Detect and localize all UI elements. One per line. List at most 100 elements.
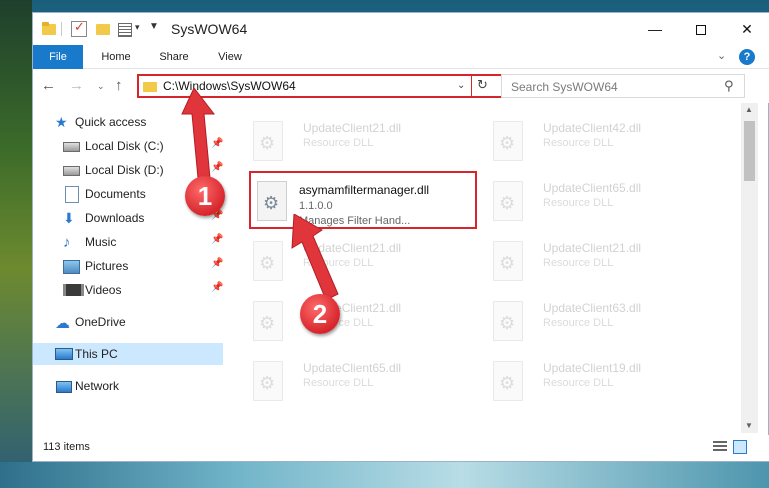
new-folder-icon[interactable] — [95, 21, 111, 37]
file-name: UpdateClient65.dll — [543, 181, 642, 195]
annotation-arrow-2 — [291, 214, 339, 301]
sidebar-item-label: Pictures — [85, 259, 129, 273]
file-name: asymamfiltermanager.dll — [299, 183, 430, 197]
status-bar: 113 items — [33, 435, 769, 461]
dll-file-icon — [251, 301, 285, 341]
scroll-up-icon[interactable]: ▲ — [745, 105, 753, 114]
help-icon[interactable]: ? — [739, 49, 755, 65]
pc-icon — [55, 346, 73, 362]
file-name: UpdateClient19.dll — [543, 361, 642, 375]
file-name: UpdateClient63.dll — [543, 301, 642, 315]
folder-icon — [41, 21, 57, 37]
properties-check-icon[interactable] — [71, 19, 87, 37]
file-item[interactable]: UpdateClient21.dll Resource DLL — [473, 231, 703, 287]
vertical-scrollbar[interactable]: ▲ ▼ — [741, 103, 758, 433]
up-button[interactable]: ↑ — [115, 77, 123, 94]
sidebar-item-label: This PC — [75, 347, 118, 361]
back-button[interactable]: ← — [41, 77, 56, 94]
pin-icon[interactable]: 📌 — [211, 282, 223, 293]
scroll-thumb[interactable] — [744, 121, 755, 181]
file-explorer-window: ▾ ▼ SysWOW64 — ✕ File Home Share View ⌄ … — [32, 12, 769, 462]
dll-file-icon — [251, 121, 285, 161]
tab-file[interactable]: File — [33, 45, 83, 69]
file-item[interactable]: UpdateClient65.dll Resource DLL — [473, 171, 703, 227]
title-bar: ▾ ▼ SysWOW64 — ✕ — [33, 13, 769, 45]
refresh-icon[interactable]: ↻ — [477, 77, 488, 93]
minimize-button[interactable]: — — [632, 13, 678, 45]
window-title: SysWOW64 — [171, 21, 248, 37]
desktop-background-bottom — [0, 462, 769, 488]
file-item[interactable]: UpdateClient21.dll Resource DLL — [233, 111, 463, 167]
tab-home[interactable]: Home — [91, 45, 141, 69]
sidebar-item-label: Local Disk (C:) — [85, 139, 164, 153]
pin-icon[interactable]: 📌 — [211, 234, 223, 245]
file-description: Resource DLL — [543, 257, 614, 269]
expand-ribbon-icon[interactable]: ⌄ — [717, 49, 726, 62]
tiles-view-icon[interactable] — [733, 440, 747, 454]
file-name: UpdateClient21.dll — [543, 241, 642, 255]
sidebar-item-label: Videos — [85, 283, 122, 297]
videos-icon — [63, 282, 84, 298]
file-name: UpdateClient42.dll — [543, 121, 642, 135]
desktop-background-left — [0, 0, 32, 488]
file-item[interactable]: UpdateClient21.dll Resource DLL — [233, 291, 463, 347]
properties-icon[interactable] — [117, 21, 133, 37]
details-view-icon[interactable] — [713, 441, 727, 453]
dll-file-icon — [251, 241, 285, 281]
focused-file-item[interactable]: asymamfiltermanager.dll 1.1.0.0 Manages … — [249, 171, 477, 229]
file-name: UpdateClient21.dll — [303, 121, 402, 135]
file-version: 1.1.0.0 — [299, 200, 333, 212]
cloud-icon — [55, 314, 71, 330]
file-description: Resource DLL — [303, 377, 374, 389]
forward-button[interactable]: → — [69, 77, 84, 94]
file-item[interactable]: UpdateClient63.dll Resource DLL — [473, 291, 703, 347]
scroll-down-icon[interactable]: ▼ — [745, 421, 753, 430]
documents-icon — [63, 186, 79, 203]
sidebar-item-label: Quick access — [75, 115, 147, 129]
dll-file-icon — [491, 301, 525, 341]
dll-file-icon — [491, 121, 525, 161]
maximize-icon — [696, 25, 706, 36]
search-input[interactable]: Search SysWOW64 ⚲ — [501, 74, 745, 98]
maximize-button[interactable] — [678, 13, 724, 45]
sidebar-item-music[interactable]: Music 📌 — [33, 231, 223, 253]
search-placeholder: Search SysWOW64 — [511, 80, 618, 94]
file-item[interactable]: UpdateClient42.dll Resource DLL — [473, 111, 703, 167]
customize-toolbar-icon[interactable]: ▼ — [149, 21, 159, 32]
sidebar-item-network[interactable]: Network — [33, 375, 223, 397]
quick-access-dropdown-icon[interactable]: ▾ — [135, 22, 140, 33]
sidebar-item-label: Local Disk (D:) — [85, 163, 164, 177]
step-badge-1: 1 — [185, 176, 225, 216]
file-item[interactable]: UpdateClient21.dll Resource DLL — [233, 231, 463, 287]
sidebar-item-onedrive[interactable]: OneDrive — [33, 311, 223, 333]
file-item[interactable]: UpdateClient19.dll Resource DLL — [473, 351, 703, 407]
navigation-bar: ← → ⌄ ↑ C:\Windows\SysWOW64 ⌄ ↻ Search S… — [33, 69, 769, 103]
sidebar-item-label: Network — [75, 379, 120, 393]
pictures-icon — [63, 258, 80, 274]
sidebar-item-this-pc[interactable]: This PC — [33, 343, 223, 365]
dll-file-icon — [491, 361, 525, 401]
recent-locations-icon[interactable]: ⌄ — [97, 81, 105, 92]
sidebar-item-pictures[interactable]: Pictures 📌 — [33, 255, 223, 277]
file-name: UpdateClient65.dll — [303, 361, 402, 375]
search-icon[interactable]: ⚲ — [724, 78, 734, 94]
dll-file-icon — [491, 241, 525, 281]
ribbon-tabs: File Home Share View ⌄ ? — [33, 45, 769, 69]
file-description: Resource DLL — [303, 137, 374, 149]
address-dropdown-icon[interactable]: ⌄ — [457, 80, 465, 91]
item-count: 113 items — [43, 441, 90, 453]
pin-icon[interactable]: 📌 — [211, 258, 223, 269]
dll-file-icon — [491, 181, 525, 221]
close-button[interactable]: ✕ — [724, 13, 769, 45]
sidebar-item-videos[interactable]: Videos 📌 — [33, 279, 223, 301]
file-description: Resource DLL — [543, 197, 614, 209]
address-divider — [471, 76, 472, 96]
file-description: Resource DLL — [543, 317, 614, 329]
sidebar-item-label: OneDrive — [75, 315, 126, 329]
tab-view[interactable]: View — [205, 45, 255, 69]
dll-file-icon — [255, 181, 289, 221]
tab-share[interactable]: Share — [149, 45, 199, 69]
music-icon — [63, 234, 79, 250]
file-item[interactable]: UpdateClient65.dll Resource DLL — [233, 351, 463, 407]
sidebar-item-label: Documents — [85, 187, 146, 201]
